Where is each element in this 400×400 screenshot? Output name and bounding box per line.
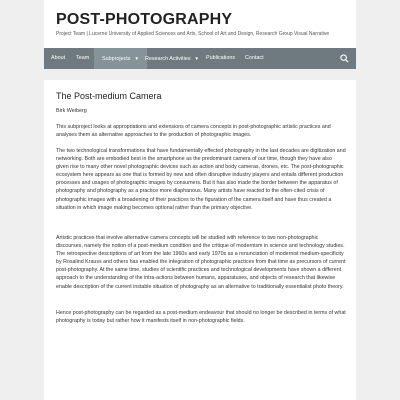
nav-item-team[interactable]: Team: [76, 48, 89, 69]
nav-item-label: Team: [76, 55, 90, 61]
search-icon[interactable]: [340, 54, 349, 63]
article-content: The Post-medium Camera Birk Weiberg This…: [44, 80, 356, 400]
article-paragraph: This subproject looks at appropriations …: [56, 124, 331, 139]
nav-item-publications[interactable]: Publications: [206, 48, 235, 69]
nav-item-subprojects[interactable]: Subprojects ▼: [94, 48, 147, 69]
nav-item-label: About: [51, 55, 66, 61]
article-paragraph: Hence post-photography can be regarded a…: [56, 310, 346, 325]
nav-item-label: Contact: [245, 55, 264, 61]
page-title: The Post-medium Camera: [56, 91, 162, 101]
nav-item-contact[interactable]: Contact: [245, 48, 264, 69]
nav-item-label: Research Activities: [145, 56, 191, 62]
nav-item-label: Publications: [206, 55, 236, 61]
chevron-down-icon: ▼: [134, 56, 139, 61]
nav-item-research-activities[interactable]: Research Activities ▼: [145, 48, 199, 69]
article-paragraph: The two technological transformations th…: [56, 148, 346, 211]
article-author: Birk Weiberg: [56, 108, 87, 114]
nav-item-about[interactable]: About: [51, 48, 65, 69]
chevron-down-icon: ▼: [194, 56, 200, 61]
main-navigation: About Team Subprojects ▼ Research Activit…: [44, 48, 356, 69]
site-description: Project Team | Lucerne University of App…: [56, 31, 330, 37]
site-header: POST-PHOTOGRAPHY Project Team | Lucerne …: [44, 0, 356, 48]
site-title[interactable]: POST-PHOTOGRAPHY: [56, 11, 232, 29]
article-paragraph: Artistic practices that involve alternat…: [56, 235, 346, 290]
nav-item-label: Subprojects: [102, 56, 131, 62]
